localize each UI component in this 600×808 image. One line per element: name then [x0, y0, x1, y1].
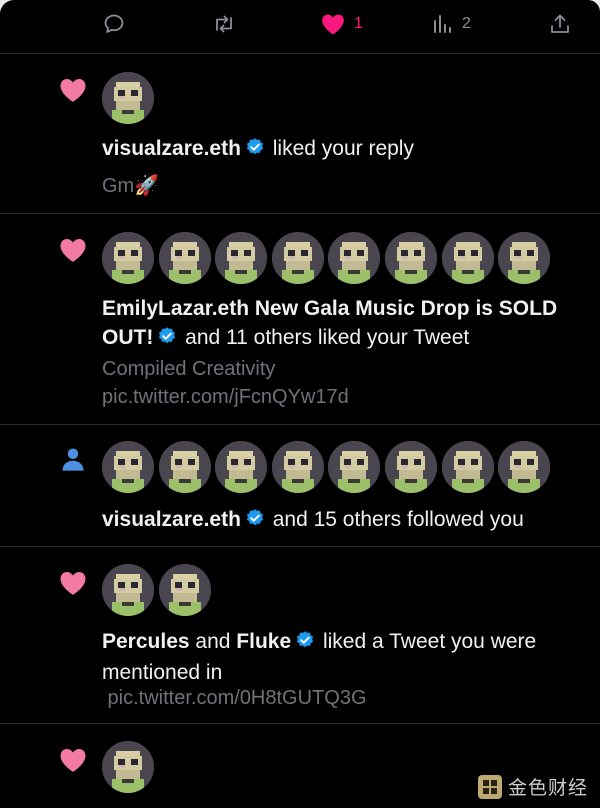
notification-action-text: liked your reply: [266, 137, 414, 160]
avatar-row: [102, 232, 551, 284]
notification-item[interactable]: Percules and Fluke liked a Tweet you wer…: [0, 547, 600, 724]
watermark: 金色财经: [477, 773, 588, 800]
retweet-button[interactable]: [211, 11, 237, 37]
tweet-link[interactable]: pic.twitter.com/0H8tGUTQ3G: [102, 684, 582, 712]
avatar[interactable]: [215, 441, 268, 493]
avatar-row: [102, 564, 211, 616]
user-name[interactable]: Fluke: [236, 630, 291, 653]
user-name[interactable]: visualzare.eth: [102, 508, 241, 531]
notification-item[interactable]: EmilyLazar.eth New Gala Music Drop is SO…: [0, 214, 600, 425]
avatar[interactable]: [498, 441, 551, 493]
like-count: 1: [354, 15, 363, 32]
notification-text: visualzare.eth liked your reply: [102, 134, 582, 165]
avatar[interactable]: [441, 441, 494, 493]
views-count: 2: [462, 15, 471, 32]
views-button[interactable]: 2: [432, 11, 471, 37]
notification-item[interactable]: visualzare.eth and 15 others followed yo…: [0, 425, 600, 547]
share-icon: [551, 14, 569, 33]
avatar-row: [102, 72, 154, 124]
person-icon: [62, 448, 84, 471]
heart-icon: [322, 14, 344, 35]
avatar-row: [102, 441, 551, 493]
user-name[interactable]: visualzare.eth: [102, 137, 241, 160]
avatar[interactable]: [102, 72, 154, 124]
avatar[interactable]: [384, 232, 437, 284]
avatar[interactable]: [271, 441, 324, 493]
reply-icon: [104, 14, 124, 33]
avatar[interactable]: [498, 232, 551, 284]
verified-badge-icon: [157, 325, 177, 354]
watermark-logo-icon: [477, 774, 502, 799]
tweet-action-bar: 1 2: [0, 0, 600, 54]
reply-button[interactable]: [102, 11, 126, 37]
avatar[interactable]: [328, 441, 381, 493]
tweet-snippet: Gm🚀: [102, 175, 160, 197]
avatar[interactable]: [158, 232, 211, 284]
notification-text: Percules and Fluke liked a Tweet you wer…: [102, 627, 582, 687]
heart-icon: [60, 79, 86, 102]
avatar[interactable]: [271, 232, 324, 284]
avatar[interactable]: [158, 441, 211, 493]
avatar[interactable]: [158, 564, 211, 616]
avatar-row: [102, 741, 154, 793]
retweet-icon: [216, 15, 232, 33]
heart-icon: [60, 749, 86, 772]
avatar[interactable]: [328, 232, 381, 284]
avatar[interactable]: [102, 441, 154, 493]
avatar[interactable]: [215, 232, 268, 284]
avatar[interactable]: [384, 441, 437, 493]
views-icon: [434, 15, 451, 33]
heart-icon: [60, 572, 86, 595]
avatar[interactable]: [441, 232, 494, 284]
heart-icon: [60, 239, 86, 262]
notification-action-text: and 11 others liked your Tweet: [179, 326, 470, 349]
user-name[interactable]: Percules: [102, 630, 190, 653]
avatar[interactable]: [102, 232, 154, 284]
avatar[interactable]: [102, 564, 154, 616]
watermark-text: 金色财经: [507, 778, 588, 799]
notification-text: visualzare.eth and 15 others followed yo…: [102, 505, 582, 536]
verified-badge-icon: [245, 136, 265, 165]
share-button[interactable]: [548, 11, 572, 37]
like-button[interactable]: 1: [320, 11, 363, 37]
notifications-screen: 1 2 visualzare.eth liked your reply Gm🚀: [0, 0, 600, 808]
notification-action-text: and 15 others followed you: [266, 508, 524, 531]
avatar[interactable]: [102, 741, 154, 793]
connector-text: and: [189, 630, 237, 653]
tweet-snippet: Compiled Creativity pic.twitter.com/jFcn…: [102, 358, 349, 408]
verified-badge-icon: [295, 629, 315, 658]
notification-item[interactable]: visualzare.eth liked your reply Gm🚀: [0, 54, 600, 214]
verified-badge-icon: [245, 507, 265, 536]
notification-text: EmilyLazar.eth New Gala Music Drop is SO…: [102, 294, 582, 354]
